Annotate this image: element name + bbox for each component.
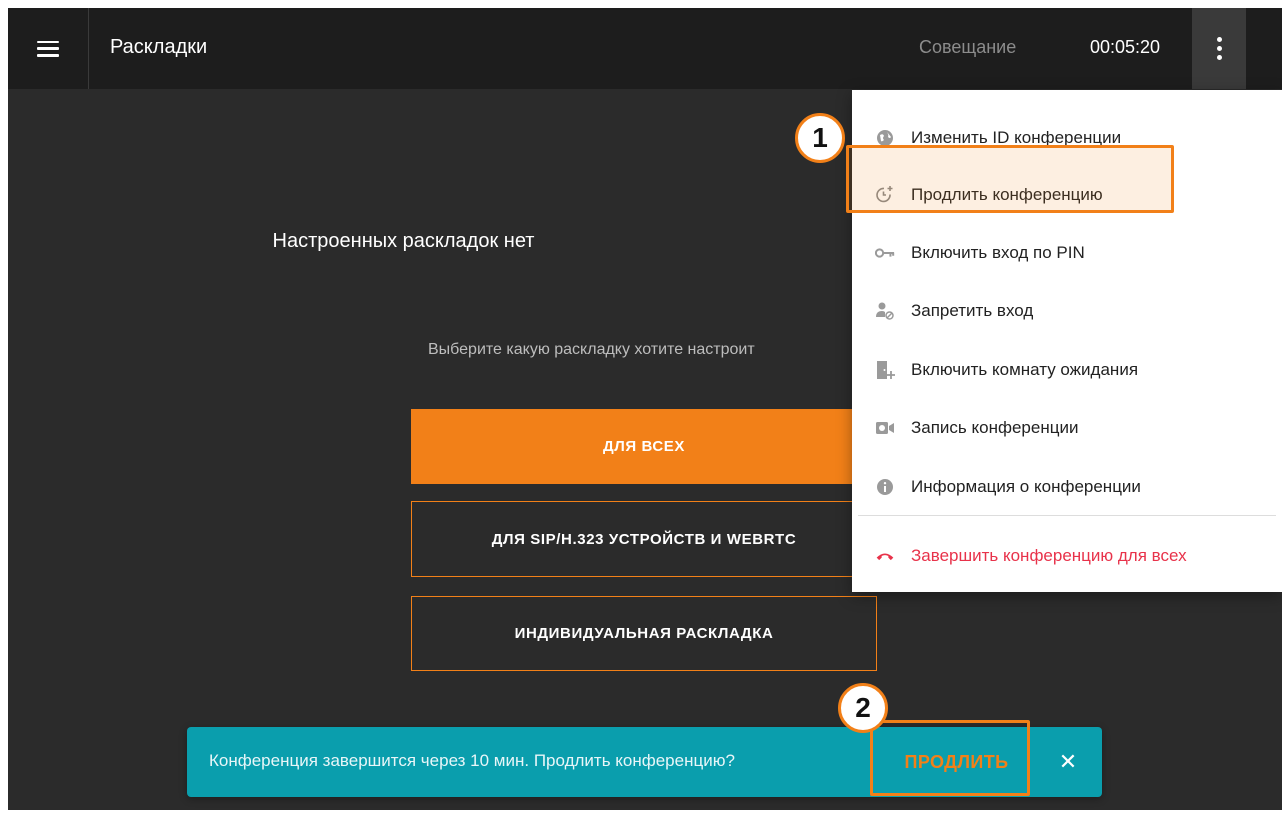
menu-divider <box>858 515 1276 516</box>
menu-item-label: Запретить вход <box>911 301 1034 320</box>
menu-item-end-for-all[interactable]: Завершить конференцию для всех <box>852 528 1282 584</box>
menu-item-record[interactable]: Запись конференции <box>852 400 1282 456</box>
more-options-button[interactable] <box>1192 8 1246 89</box>
meeting-type-label: Совещание <box>919 37 1017 57</box>
top-bar: Раскладки Совещание 00:05:20 <box>8 8 1282 89</box>
menu-item-waiting-room[interactable]: Включить комнату ожидания <box>852 342 1282 398</box>
page-title: Раскладки <box>110 36 208 58</box>
menu-item-block-entry[interactable]: Запретить вход <box>852 283 1282 339</box>
menu-item-enable-pin[interactable]: Включить вход по PIN <box>852 225 1282 281</box>
menu-item-extend-conference[interactable]: Продлить конференцию <box>852 167 1282 223</box>
step-badge-2: 2 <box>838 683 888 733</box>
clock-plus-icon <box>875 185 895 205</box>
door-icon <box>875 360 895 380</box>
record-icon <box>875 418 895 438</box>
menu-item-conference-info[interactable]: Информация о конференции <box>852 459 1282 515</box>
kebab-dot-icon <box>1216 37 1222 42</box>
hangup-icon <box>875 546 895 566</box>
layout-for-all-button[interactable]: ДЛЯ ВСЕХ <box>411 409 877 484</box>
layout-individual-button[interactable]: ИНДИВИДУАЛЬНАЯ РАСКЛАДКА <box>411 596 877 671</box>
close-icon[interactable]: ✕ <box>1055 749 1081 775</box>
extend-conference-snackbar: Конференция завершится через 10 мин. Про… <box>187 727 1102 797</box>
kebab-dot-icon <box>1216 46 1222 51</box>
menu-item-change-id[interactable]: Изменить ID конференции <box>852 110 1282 166</box>
step-badge-1: 1 <box>795 113 845 163</box>
key-icon <box>875 243 895 263</box>
user-block-icon <box>875 301 895 321</box>
app-window: Раскладки Совещание 00:05:20 Настроенных… <box>8 8 1282 810</box>
menu-item-label: Включить комнату ожидания <box>911 360 1139 379</box>
empty-state-subtitle: Выберите какую раскладку хотите настроит <box>428 341 755 358</box>
menu-item-label: Завершить конференцию для всех <box>911 546 1187 565</box>
layout-sip-webrtc-button[interactable]: ДЛЯ SIP/H.323 УСТРОЙСТВ И WEBRTC <box>411 501 877 577</box>
menu-item-label: Включить вход по PIN <box>911 243 1085 262</box>
info-icon <box>875 477 895 497</box>
conference-options-menu: Изменить ID конференции Продлить конфере… <box>852 90 1282 592</box>
empty-state-title: Настроенных раскладок нет <box>272 230 535 252</box>
hamburger-icon <box>37 40 59 57</box>
menu-item-label: Изменить ID конференции <box>911 128 1122 147</box>
extend-button[interactable]: ПРОДЛИТЬ <box>879 727 1034 797</box>
menu-item-label: Информация о конференции <box>911 477 1141 496</box>
globe-icon <box>875 128 895 148</box>
kebab-dot-icon <box>1216 55 1222 60</box>
conference-timer: 00:05:20 <box>1090 37 1161 57</box>
hamburger-menu-button[interactable] <box>8 8 89 89</box>
snackbar-message: Конференция завершится через 10 мин. Про… <box>209 751 735 770</box>
menu-item-label: Запись конференции <box>911 418 1079 437</box>
menu-item-label: Продлить конференцию <box>911 185 1103 204</box>
